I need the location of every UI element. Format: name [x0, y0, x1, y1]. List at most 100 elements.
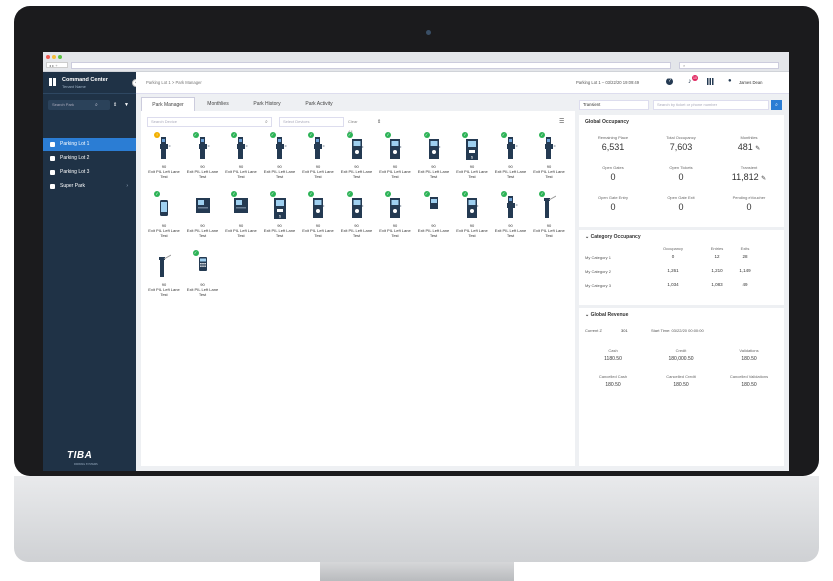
sidebar: Command Center Tenant Name Search Park ⌕… — [43, 72, 136, 471]
device-tile[interactable]: ✓ 90 Exit PIL Left Lane Test — [222, 131, 260, 183]
device-search-input[interactable]: Search Device — [147, 117, 272, 127]
search-icon[interactable]: ⌕ — [95, 100, 98, 110]
stat-label: Open Tickets — [669, 165, 693, 170]
ok-status-icon: ✓ — [192, 132, 199, 138]
global-revenue-label: Global Revenue — [590, 312, 629, 318]
start-time: Start Time: 03/22/20 00:00:00 — [651, 328, 704, 333]
device-label: Exit PIL Left Lane Test — [186, 287, 219, 297]
global-occupancy-card: Global Occupancy Remaining Place 6,531 To… — [579, 115, 784, 227]
browser-nav-buttons[interactable]: ◂ ▸ + — [46, 62, 68, 68]
category-occupancy-card: ⌄ Category Occupancy Occupancy Entries Exi… — [579, 230, 784, 305]
tab-park-activity[interactable]: Park Activity — [293, 97, 345, 111]
revenue-label: Cancelled Credit — [666, 374, 696, 379]
bell-icon[interactable]: ♪ — [688, 78, 692, 85]
tab-park-manager[interactable]: Park Manager — [141, 97, 195, 111]
stat-value: 0 — [678, 172, 684, 182]
sort-icon[interactable]: ⇕ — [113, 100, 117, 110]
sidebar-item-label: Parking Lot 2 — [60, 155, 90, 161]
browser-search-bar[interactable]: ⌕ — [679, 62, 779, 69]
ok-status-icon: ✓ — [231, 191, 237, 197]
help-icon[interactable]: ? — [666, 78, 673, 85]
global-occupancy-title: Global Occupancy — [585, 119, 629, 125]
revenue-value: 180.50 — [741, 382, 757, 388]
revenue-label: Credit — [675, 348, 687, 353]
maximize-dot[interactable] — [58, 55, 62, 59]
category-entries: 1,210 — [711, 268, 723, 273]
stat-value: 6,531 — [601, 142, 625, 152]
device-label: Exit PIL Left Lane Test — [494, 169, 527, 179]
device-tile[interactable]: ✓ 90 Exit PIL Left Lane Test — [222, 190, 260, 242]
stat-label: Pending eVoucher — [732, 195, 766, 200]
device-kiosk-icon — [467, 198, 479, 218]
user-name[interactable]: James Dean — [739, 80, 763, 85]
device-tile[interactable]: ✓ 90 Exit PIL Left Lane Test — [145, 190, 183, 242]
device-label: Exit PIL Left Lane Test — [148, 169, 180, 179]
device-tile[interactable]: ✓ 90 Exit PIL Left Lane Test — [453, 190, 491, 242]
device-tile[interactable]: ✓ 90 Exit PIL Left Lane Test — [299, 131, 337, 183]
device-tile[interactable]: $ ✓ 90 Exit PIL Left Lane Test — [261, 190, 299, 242]
sidebar-item-3[interactable]: Parking Lot 3 — [43, 166, 136, 179]
device-tile[interactable]: ✓ 90 Exit PIL Left Lane Test — [530, 131, 568, 183]
select-devices-dropdown[interactable]: Select Devices — [279, 117, 344, 127]
pencil-icon[interactable]: ✎ — [761, 176, 766, 182]
category-exits: 49 — [742, 282, 748, 287]
sidebar-item-4[interactable]: Super Park › — [43, 180, 136, 193]
stat-label: Remaining Place — [597, 135, 629, 140]
device-kiosk-icon — [390, 198, 402, 218]
device-tile[interactable]: ✓ 90 Exit PIL Left Lane Test — [376, 190, 414, 242]
device-label: Exit PIL Left Lane Test — [533, 228, 565, 238]
device-tile[interactable]: ✓ 90 Exit PIL Left Lane Test — [184, 131, 222, 183]
category-occupancy-title[interactable]: ⌄ Category Occupancy — [585, 234, 641, 240]
tab-monthlies[interactable]: Monthlies — [195, 97, 241, 111]
device-tile[interactable]: 90 Exit PIL Left Lane Test — [145, 249, 183, 301]
park-search-input[interactable]: Search Park — [48, 100, 110, 110]
close-dot[interactable] — [46, 55, 50, 59]
device-tile[interactable]: ✓ 90 Exit PIL Left Lane Test — [415, 131, 453, 183]
apps-grid-icon[interactable] — [707, 78, 714, 85]
sidebar-item-2[interactable]: Parking Lot 2 — [43, 152, 136, 165]
device-tile[interactable]: ✓ 90 Exit PIL Left Lane Test — [338, 190, 376, 242]
category-entries: 1,083 — [711, 282, 723, 287]
lot-datetime: Parking Lot 1 – 03/22/20 19:09:49 — [576, 80, 640, 85]
breadcrumb[interactable]: Parking Lot 1 > Park Manager — [146, 80, 202, 85]
device-phone-icon — [160, 200, 168, 216]
sidebar-item-1[interactable]: Parking Lot 1 — [43, 138, 136, 151]
device-tile[interactable]: ✓ 90 Exit PIL Left Lane Test — [261, 131, 299, 183]
global-revenue-title[interactable]: ⌄ Global Revenue — [585, 312, 628, 318]
park-manager-panel: Search Device ⌕ Select Devices Clear All… — [141, 111, 575, 466]
device-label: Exit PIL Left Lane Test — [148, 228, 180, 238]
stat-value: 0 — [610, 172, 616, 182]
ok-status-icon: ✓ — [308, 191, 314, 197]
ticket-search-input[interactable]: Search by ticket or phone number — [653, 100, 769, 110]
revenue-label: Validations — [739, 348, 759, 353]
user-icon[interactable]: ● — [728, 78, 732, 85]
device-exit-icon — [314, 137, 325, 159]
device-tile[interactable]: ! 90 Exit PIL Left Lane Test — [145, 131, 183, 183]
device-tile[interactable]: $ ✓ 90 Exit PIL Left Lane Test — [453, 131, 491, 183]
search-button[interactable]: ⌕ — [771, 100, 782, 110]
device-kiosk-icon — [351, 139, 364, 159]
device-tile[interactable]: ✓ 90 Exit PIL Left Lane Test — [530, 190, 568, 242]
sort-icon[interactable]: ⇕ — [377, 117, 381, 127]
pencil-icon[interactable]: ✎ — [755, 146, 760, 152]
device-tile[interactable]: ✓ 90 Exit PIL Left Lane Test — [299, 190, 337, 242]
category-exits: 28 — [742, 254, 748, 259]
device-tile[interactable]: ✓ 90 Exit PIL Left Lane Test — [338, 131, 376, 183]
device-label: Exit PIL Left Lane Test — [186, 228, 219, 238]
device-tile[interactable]: ✓ 90 Exit PIL Left Lane Test — [492, 190, 530, 242]
ok-status-icon: ✓ — [462, 132, 468, 138]
device-tile[interactable]: ✓ 90 Exit PIL Left Lane Test — [184, 249, 222, 301]
search-icon[interactable]: ⌕ — [265, 117, 268, 127]
tab-bar: Park Manager Monthlies Park History Park… — [141, 95, 575, 111]
filter-icon[interactable]: ▼ — [124, 100, 129, 110]
list-view-icon[interactable]: ☰ — [559, 117, 564, 127]
minimize-dot[interactable] — [52, 55, 56, 59]
tab-park-history[interactable]: Park History — [241, 97, 293, 111]
sale-type-select[interactable]: Transient — [579, 100, 649, 110]
tenant-name: Tenant Name — [62, 84, 86, 89]
device-tile[interactable]: ✓ 90 Exit PIL Left Lane Test — [415, 190, 453, 242]
device-tile[interactable]: 90 Exit PIL Left Lane Test — [184, 190, 222, 242]
device-tile[interactable]: ✓ 90 Exit PIL Left Lane Test — [492, 131, 530, 183]
device-tile[interactable]: ✓ 90 Exit PIL Left Lane Test — [376, 131, 414, 183]
address-bar[interactable] — [71, 62, 671, 69]
